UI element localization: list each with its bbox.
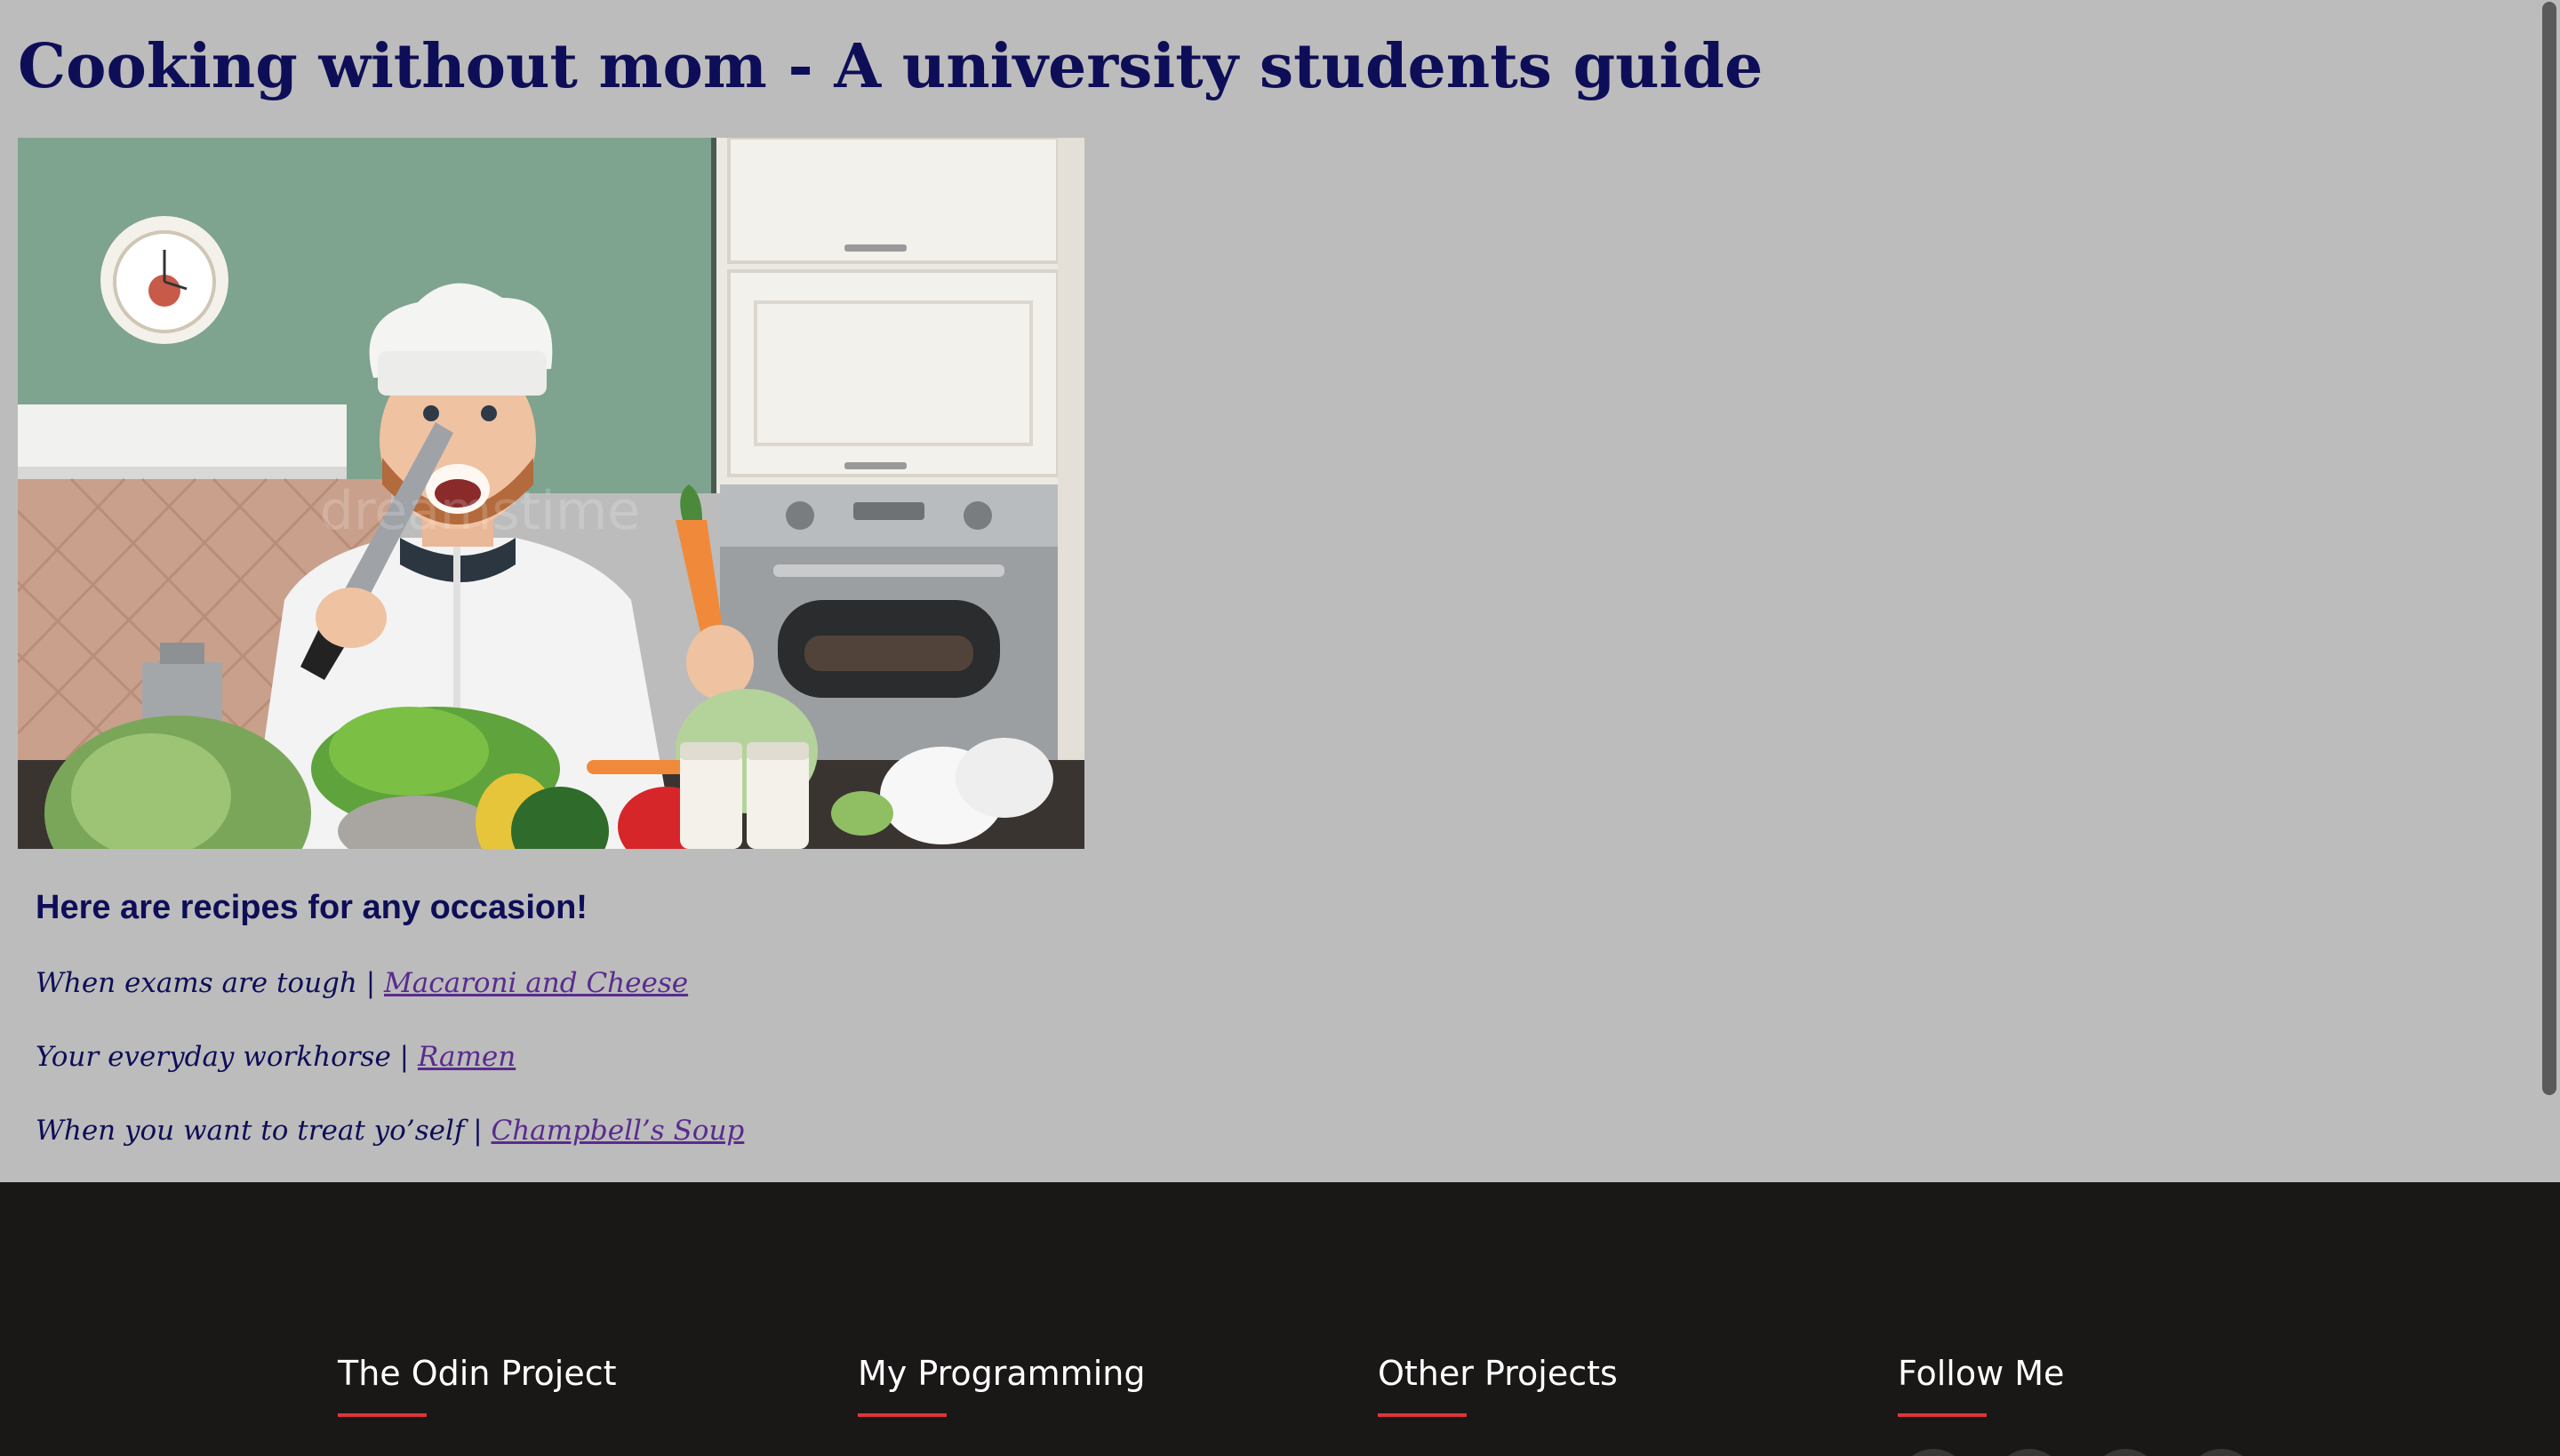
footer-column-my-programming: My Programming <box>858 1353 1145 1417</box>
footer-heading: Follow Me <box>1898 1354 2065 1393</box>
footer-heading-underline <box>338 1413 427 1417</box>
recipe-link-champbells-soup[interactable]: Champbell’s Soup <box>492 1115 745 1147</box>
recipe-item: Your everyday workhorse | Ramen <box>36 1037 516 1076</box>
recipes-heading: Here are recipes for any occasion! <box>36 889 588 926</box>
recipe-prefix: When you want to treat yo’self | <box>36 1115 492 1147</box>
recipe-prefix: When exams are tough | <box>36 967 385 999</box>
social-icon[interactable] <box>2186 1449 2257 1456</box>
site-footer: The Odin Project My Programming Other Pr… <box>0 1182 2560 1456</box>
footer-heading: My Programming <box>858 1354 1146 1393</box>
footer-heading-underline <box>1378 1413 1467 1417</box>
scrollbar-thumb[interactable] <box>2542 2 2556 1095</box>
vertical-scrollbar[interactable] <box>2537 0 2560 1182</box>
footer-heading: Other Projects <box>1378 1354 1618 1393</box>
footer-heading-underline <box>1898 1413 1987 1417</box>
footer-column-other-projects: Other Projects <box>1378 1353 1618 1417</box>
social-icon[interactable] <box>2090 1449 2161 1456</box>
recipe-link-macaroni-and-cheese[interactable]: Macaroni and Cheese <box>384 967 688 999</box>
social-icon[interactable] <box>1898 1449 1969 1456</box>
page-title: Cooking without mom - A university stude… <box>18 31 1764 102</box>
social-icon[interactable] <box>1994 1449 2065 1456</box>
watermark: dreamstime <box>320 480 640 542</box>
recipe-link-ramen[interactable]: Ramen <box>418 1041 516 1073</box>
recipe-item: When exams are tough | Macaroni and Chee… <box>36 964 688 1003</box>
hero-image: dreamstime <box>18 138 1084 849</box>
footer-column-follow-me: Follow Me <box>1898 1353 2064 1417</box>
footer-heading: The Odin Project <box>338 1354 617 1393</box>
footer-heading-underline <box>858 1413 947 1417</box>
recipe-prefix: Your everyday workhorse | <box>36 1041 418 1073</box>
footer-column-odin-project: The Odin Project <box>338 1353 617 1417</box>
recipe-item: When you want to treat yo’self | Champbe… <box>36 1111 744 1150</box>
